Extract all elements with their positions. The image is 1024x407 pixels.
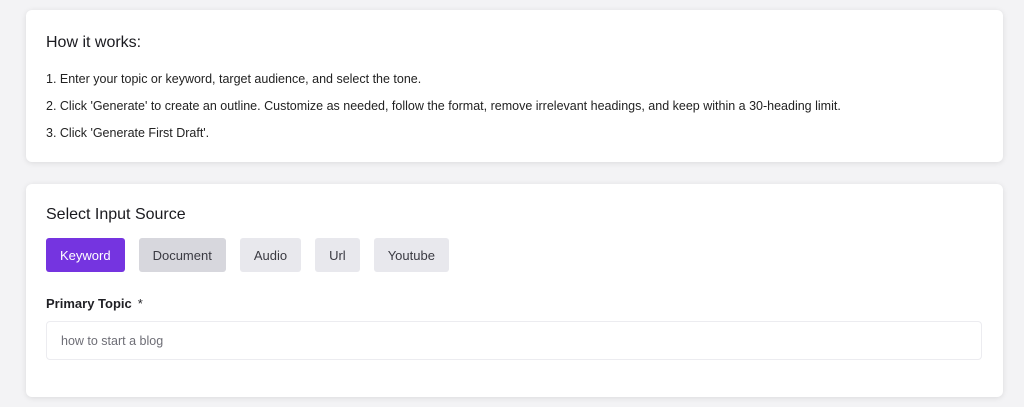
source-youtube-button[interactable]: Youtube (373, 238, 449, 272)
input-source-title: Select Input Source (46, 206, 186, 223)
source-document-button[interactable]: Document (138, 238, 226, 272)
input-source-card: Select Input Source Keyword Document Aud… (26, 184, 1003, 397)
source-keyword-button[interactable]: Keyword (46, 238, 125, 272)
how-it-works-title: How it works: (46, 34, 142, 51)
source-audio-button[interactable]: Audio (239, 238, 302, 272)
primary-topic-label-text: Primary Topic (46, 296, 132, 311)
steps-list: 1. Enter your topic or keyword, target a… (46, 66, 983, 147)
primary-topic-input[interactable] (46, 321, 982, 360)
required-asterisk: * (137, 296, 143, 311)
source-url-button[interactable]: Url (315, 238, 360, 272)
how-it-works-card: How it works: 1. Enter your topic or key… (26, 10, 1003, 162)
source-options: Keyword Document Audio Url Youtube (46, 238, 983, 272)
step-item: 1. Enter your topic or keyword, target a… (46, 72, 422, 86)
step-item: 3. Click 'Generate First Draft'. (46, 126, 210, 140)
step-item: 2. Click 'Generate' to create an outline… (46, 99, 841, 113)
primary-topic-label: Primary Topic * (46, 296, 983, 311)
